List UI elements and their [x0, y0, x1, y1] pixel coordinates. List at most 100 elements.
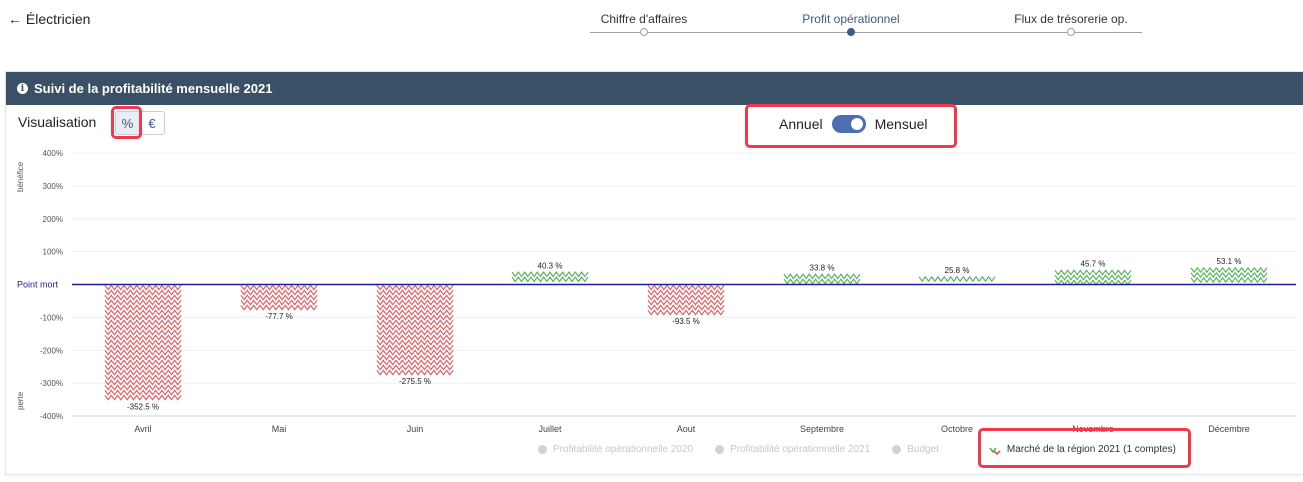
bar-wave	[376, 364, 454, 371]
back-link[interactable]: ← Électricien	[8, 11, 90, 27]
bar-wave	[376, 354, 454, 361]
metric-stepper: Chiffre d'affaires Profit opérationnel F…	[590, 0, 1142, 40]
bar-wave	[1054, 269, 1132, 276]
bar-wave	[376, 334, 454, 341]
x-tick-label: Octobre	[941, 424, 973, 434]
bar-wave	[240, 284, 318, 291]
bar-wave	[376, 344, 454, 351]
bar-wave	[104, 289, 182, 296]
bar-wave	[376, 329, 454, 336]
highlight-toggle	[745, 104, 957, 148]
bar-wave	[376, 319, 454, 326]
bar-wave	[376, 324, 454, 331]
x-tick-label: Septembre	[800, 424, 844, 434]
legend-swatch	[715, 445, 725, 454]
legend-item-budget[interactable]: Budget	[892, 444, 939, 455]
x-tick-label: Aout	[677, 424, 696, 434]
bar-wave	[647, 284, 725, 291]
bar-wave	[1190, 266, 1268, 274]
bar-wave	[104, 319, 182, 326]
bar-wave	[104, 369, 182, 376]
bar-wave	[376, 309, 454, 316]
data-label: 25.8 %	[945, 266, 970, 275]
bar[interactable]	[240, 284, 318, 311]
y-tick-label: 300%	[43, 182, 63, 191]
legend-label: Profitabilité opérationnelle 2021	[730, 444, 871, 455]
legend-item-2020[interactable]: Profitabilité opérationnelle 2020	[538, 444, 693, 455]
data-label: -93.5 %	[672, 317, 700, 326]
x-tick-label: Mai	[272, 424, 287, 434]
bar[interactable]	[647, 284, 725, 316]
step-flux-tresorerie[interactable]: Flux de trésorerie op.	[971, 0, 1171, 36]
bar-wave	[104, 334, 182, 341]
bar-wave	[104, 324, 182, 331]
bar-wave	[783, 273, 861, 280]
bar[interactable]	[783, 273, 861, 285]
bar-wave	[104, 394, 182, 401]
bar-wave	[376, 289, 454, 296]
y-tick-label: -300%	[40, 379, 63, 388]
bar[interactable]	[1190, 266, 1268, 284]
bar-wave	[104, 389, 182, 396]
bar-wave	[104, 384, 182, 391]
bar-wave	[104, 309, 182, 316]
data-label: 53.1 %	[1217, 257, 1242, 266]
stepper-line	[590, 32, 1142, 33]
bar-wave	[647, 289, 725, 296]
bar[interactable]	[104, 284, 182, 401]
bar-wave	[918, 275, 996, 283]
y-tick-label: 200%	[43, 215, 63, 224]
info-icon[interactable]: i	[17, 83, 28, 94]
bar-wave	[647, 294, 725, 301]
bar-wave	[647, 309, 725, 316]
breakeven-label: Point mort	[17, 280, 59, 290]
y-axis-label-top: bénéfice	[16, 161, 25, 192]
euro-unit-button[interactable]: €	[140, 111, 165, 135]
y-tick-label: 100%	[43, 248, 63, 257]
profitability-chart: 400% 300% 200% 100% -100% -200% -300% -400% -352…	[16, 149, 1296, 434]
bar-wave	[104, 339, 182, 346]
legend-label: Budget	[907, 444, 939, 455]
step-chiffre-affaires[interactable]: Chiffre d'affaires	[544, 0, 744, 36]
bar-wave	[240, 304, 318, 311]
data-label: -352.5 %	[127, 402, 159, 411]
step-dot	[1067, 28, 1075, 36]
bar-wave	[647, 304, 725, 311]
bar-wave	[511, 271, 589, 278]
bar-wave	[1190, 276, 1268, 284]
bar-wave	[647, 299, 725, 306]
card-title: Suivi de la profitabilité mensuelle 2021	[34, 81, 273, 96]
step-profit-operationnel[interactable]: Profit opérationnel	[751, 0, 951, 36]
step-label: Flux de trésorerie op.	[1014, 12, 1128, 26]
x-tick-label: Avril	[134, 424, 151, 434]
bar[interactable]	[376, 284, 454, 376]
bar-wave	[104, 349, 182, 356]
x-tick-label: Juin	[407, 424, 424, 434]
bar-wave	[104, 364, 182, 371]
y-tick-label: -400%	[40, 412, 63, 421]
data-label: -77.7 %	[265, 312, 293, 321]
bar-wave	[104, 329, 182, 336]
bar-wave	[104, 284, 182, 291]
legend-label: Profitabilité opérationnelle 2020	[553, 444, 694, 455]
step-dot	[847, 28, 855, 36]
y-tick-label: -100%	[40, 313, 63, 322]
data-label: 33.8 %	[810, 263, 835, 272]
bar[interactable]	[511, 271, 589, 283]
step-dot	[640, 28, 648, 36]
bar-wave	[1190, 271, 1268, 279]
bar[interactable]	[918, 275, 996, 283]
bar-wave	[104, 379, 182, 386]
bar-wave	[376, 299, 454, 306]
data-label: -275.5 %	[399, 377, 431, 386]
legend-swatch	[892, 445, 902, 454]
bar[interactable]	[1054, 269, 1132, 286]
bar-wave	[376, 294, 454, 301]
x-tick-label: Décembre	[1208, 424, 1250, 434]
bar-wave	[104, 344, 182, 351]
bar-wave	[1054, 274, 1132, 281]
bar-wave	[376, 304, 454, 311]
bar-wave	[783, 278, 861, 285]
highlight-unit	[111, 106, 142, 139]
legend-item-2021[interactable]: Profitabilité opérationnelle 2021	[715, 444, 870, 455]
